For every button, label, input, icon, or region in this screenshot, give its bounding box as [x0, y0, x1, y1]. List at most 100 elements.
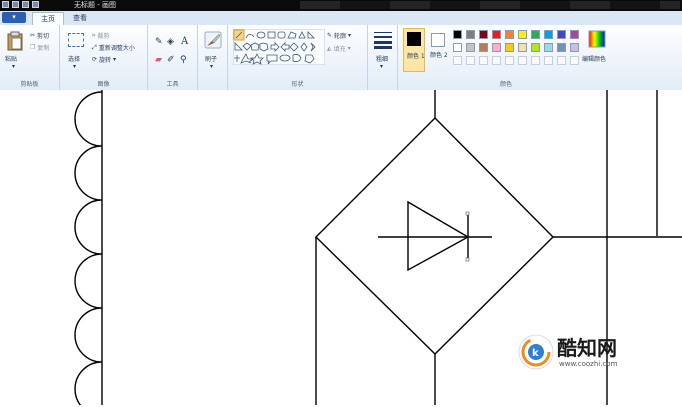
palette-swatch[interactable] [557, 30, 566, 39]
rotate-icon: ⟳ [92, 56, 98, 63]
undo-icon[interactable] [22, 1, 29, 8]
size-button[interactable]: 粗细 [376, 54, 388, 63]
select-dropdown-icon[interactable]: ▾ [73, 63, 76, 70]
crop-icon: ⌗ [92, 31, 96, 39]
pencil-icon[interactable]: ✎ [155, 37, 163, 47]
tab-view[interactable]: 查看 [66, 12, 94, 25]
crop-button[interactable]: ⌗ 裁剪 [92, 31, 109, 41]
group-clipboard: 粘贴 ▾ ✂ 剪切 ❐ 复制 剪贴板 [0, 25, 60, 90]
window-title: 无标题 - 画图 [74, 1, 116, 9]
redo-icon[interactable] [32, 1, 39, 8]
edit-colors-button[interactable]: 编辑颜色 [582, 54, 606, 63]
color2-label: 颜色 2 [430, 52, 448, 59]
copy-button[interactable]: ❐ 复制 [30, 43, 49, 52]
palette-swatch[interactable] [505, 30, 514, 39]
color2-selector[interactable]: 颜色 2 [428, 28, 448, 72]
magnifier-icon[interactable]: ⚲ [180, 55, 187, 65]
fill-bucket-icon: ◭ [327, 45, 332, 52]
watermark: k 酷知网 www.coozhi.com [515, 330, 655, 374]
title-bar: 无标题 - 画图 [0, 0, 682, 11]
palette-swatch[interactable] [531, 43, 540, 52]
custom-color-slot[interactable] [466, 56, 475, 65]
brushes-dropdown-icon[interactable]: ▾ [210, 63, 213, 70]
palette-swatch[interactable] [479, 43, 488, 52]
quick-access-toolbar [2, 1, 39, 8]
coozhi-logo-icon: k [518, 334, 554, 370]
shape-outline-button[interactable]: ✎ 轮廓 ▾ [327, 31, 351, 40]
text-icon[interactable]: A [181, 36, 188, 47]
resize-button[interactable]: ⤢ 重新调整大小 [92, 43, 135, 53]
cut-button[interactable]: ✂ 剪切 [30, 31, 49, 40]
custom-color-slot[interactable] [518, 56, 527, 65]
palette-swatch[interactable] [570, 43, 579, 52]
group-image: 选择 ▾ ⌗ 裁剪 ⤢ 重新调整大小 ⟳ 旋转 ▾ 图像 [60, 25, 148, 90]
palette-swatch[interactable] [466, 30, 475, 39]
palette-swatch[interactable] [518, 30, 527, 39]
palette-swatch[interactable] [531, 30, 540, 39]
brush-icon[interactable] [204, 31, 222, 49]
group-brushes: 刷子 ▾ [198, 25, 228, 90]
group-label-clipboard: 剪贴板 [20, 81, 39, 88]
edit-colors-icon[interactable] [588, 30, 606, 48]
file-menu-button[interactable]: ▾ [2, 12, 26, 23]
select-icon[interactable] [68, 33, 84, 47]
group-colors: 颜色 1 颜色 2 编辑颜色 颜色 [398, 25, 614, 90]
palette-swatch[interactable] [492, 30, 501, 39]
group-shapes: ✎ 轮廓 ▾ ◭ 填充 ▾ 形状 [228, 25, 368, 90]
paste-button[interactable]: 粘贴 [5, 54, 17, 63]
ribbon: 粘贴 ▾ ✂ 剪切 ❐ 复制 剪贴板 选择 ▾ ⌗ 裁剪 ⤢ 重新调整大小 ⟳ … [0, 25, 682, 91]
diode-triangle [407, 200, 470, 272]
size-dropdown-icon[interactable]: ▾ [380, 63, 383, 70]
paste-dropdown-icon[interactable]: ▾ [12, 63, 15, 70]
select-button[interactable]: 选择 [68, 54, 80, 63]
shape-fill-button[interactable]: ◭ 填充 ▾ [327, 44, 351, 53]
color1-swatch [407, 32, 421, 46]
brushes-button[interactable]: 刷子 [205, 54, 217, 63]
watermark-url: www.coozhi.com [559, 360, 618, 368]
custom-color-slot[interactable] [479, 56, 488, 65]
shapes-gallery[interactable] [233, 29, 325, 65]
palette-swatch[interactable] [557, 43, 566, 52]
palette-swatch[interactable] [453, 30, 462, 39]
paste-icon[interactable] [7, 31, 23, 51]
color1-label: 颜色 1 [407, 53, 425, 60]
group-label-shapes: 形状 [291, 81, 304, 88]
group-tools: ✎ ◈ A ▰ ✐ ⚲ 工具 [148, 25, 198, 90]
custom-color-slot[interactable] [492, 56, 501, 65]
svg-text:k: k [532, 348, 539, 359]
custom-color-slot[interactable] [531, 56, 540, 65]
line-size-icon[interactable] [373, 31, 393, 49]
palette-swatch[interactable] [466, 43, 475, 52]
palette-swatch[interactable] [492, 43, 501, 52]
group-label-tools: 工具 [166, 81, 179, 88]
palette-swatch[interactable] [453, 43, 462, 52]
eraser-icon[interactable]: ▰ [155, 55, 162, 65]
custom-color-slot[interactable] [544, 56, 553, 65]
fill-icon[interactable]: ◈ [167, 37, 174, 47]
paint-app-icon[interactable] [2, 1, 9, 8]
outline-dropdown-icon: ▾ [348, 32, 352, 39]
watermark-title: 酷知网 [557, 336, 617, 360]
custom-color-slot[interactable] [570, 56, 579, 65]
ribbon-tab-bar: ▾ 主页 查看 [0, 11, 682, 25]
fill-dropdown-icon: ▾ [347, 45, 351, 52]
color1-selector[interactable]: 颜色 1 [403, 28, 425, 72]
save-icon[interactable] [12, 1, 19, 8]
palette-swatch[interactable] [505, 43, 514, 52]
scissors-icon: ✂ [30, 32, 36, 39]
palette-swatch[interactable] [544, 43, 553, 52]
color2-swatch [431, 33, 445, 47]
inductor-coil [74, 91, 103, 407]
palette-swatch[interactable] [518, 43, 527, 52]
palette-swatch[interactable] [479, 30, 488, 39]
rotate-dropdown-icon: ▾ [113, 56, 117, 63]
custom-color-slot[interactable] [453, 56, 462, 65]
palette-swatch[interactable] [544, 30, 553, 39]
group-label-colors: 颜色 [499, 81, 512, 88]
custom-color-slot[interactable] [505, 56, 514, 65]
palette-swatch[interactable] [570, 30, 579, 39]
tab-home[interactable]: 主页 [32, 12, 64, 25]
color-picker-icon[interactable]: ✐ [167, 55, 175, 65]
rotate-button[interactable]: ⟳ 旋转 ▾ [92, 55, 116, 64]
custom-color-slot[interactable] [557, 56, 566, 65]
